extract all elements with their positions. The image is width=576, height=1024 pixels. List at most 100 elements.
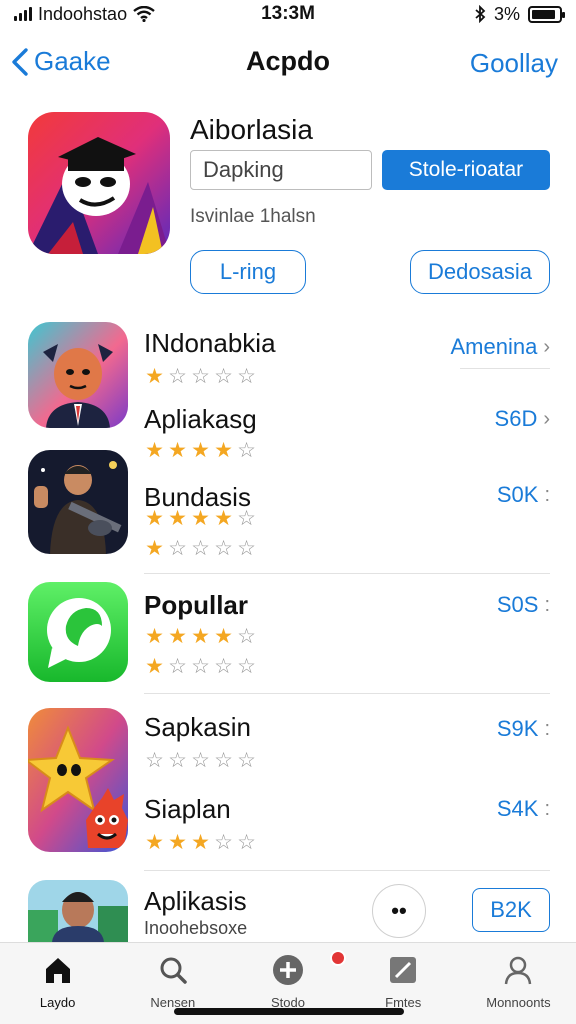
star-filled-icon: ★ xyxy=(191,625,210,648)
app-action-label: S4K xyxy=(496,796,539,821)
featured-text-field[interactable] xyxy=(190,150,372,190)
list-item[interactable]: Popullar ★ ★ ★ ★ ☆ ★ ☆ ☆ ☆ ☆ S0S : xyxy=(0,582,576,692)
app-title: Siaplan xyxy=(144,794,231,824)
featured-right-button[interactable]: Dedosasia xyxy=(410,250,550,294)
chevron-right-icon: › xyxy=(543,407,550,430)
star-empty-icon: ☆ xyxy=(237,625,256,648)
person-icon xyxy=(501,953,535,987)
plus-icon xyxy=(271,953,305,987)
more-dots-icon: : xyxy=(544,483,550,506)
battery-percent: 3% xyxy=(493,3,520,24)
star-empty-icon: ☆ xyxy=(214,655,233,678)
tab-label: Monnoonts xyxy=(486,995,551,1010)
star-empty-icon: ☆ xyxy=(145,749,164,772)
app-icon[interactable] xyxy=(28,880,128,942)
featured-left-button[interactable]: L-ring xyxy=(190,250,306,294)
star-filled-icon: ★ xyxy=(145,507,164,530)
star-rating: ★ ☆ ☆ ☆ ☆ xyxy=(144,656,257,677)
home-icon xyxy=(41,953,75,987)
status-right: 3% xyxy=(474,3,565,25)
star-rating: ★ ☆ ☆ ☆ ☆ xyxy=(144,366,257,387)
star-filled-icon: ★ xyxy=(214,507,233,530)
chevron-right-icon: › xyxy=(543,335,550,358)
star-empty-icon: ☆ xyxy=(191,749,210,772)
star-empty-icon: ☆ xyxy=(214,537,233,560)
star-empty-icon: ☆ xyxy=(191,537,210,560)
star-empty-icon: ☆ xyxy=(237,507,256,530)
app-icon[interactable] xyxy=(28,322,128,428)
wifi-icon xyxy=(133,6,155,22)
battery-icon xyxy=(528,5,565,23)
app-subtitle: Inoohebsoxe xyxy=(144,918,248,938)
list-item[interactable]: Bundasis ★ ★ ★ ★ ☆ ★ ☆ ☆ ☆ ☆ S0K : xyxy=(0,450,576,562)
tab-home[interactable]: Laydo xyxy=(0,943,115,1024)
star-rating: ★ ★ ★ ★ ☆ xyxy=(144,508,257,529)
nav-bar: Gaake Acpdo Goollay xyxy=(0,38,576,90)
signal-icon xyxy=(14,7,32,21)
app-action-button[interactable]: S0S : xyxy=(497,592,550,618)
star-empty-icon: ☆ xyxy=(191,655,210,678)
app-action-label: S6D xyxy=(494,406,538,431)
more-dots-icon: : xyxy=(544,593,550,616)
status-bar: Indoohstao 13:3M 3% xyxy=(0,0,576,28)
nav-right-button[interactable]: Goollay xyxy=(470,48,558,79)
star-empty-icon: ☆ xyxy=(237,537,256,560)
star-filled-icon: ★ xyxy=(145,625,164,648)
more-dots-icon: : xyxy=(544,717,550,740)
star-empty-icon: ☆ xyxy=(168,749,187,772)
star-empty-icon: ☆ xyxy=(214,749,233,772)
star-rating: ★ ★ ★ ☆ ☆ xyxy=(144,832,257,853)
star-filled-icon: ★ xyxy=(191,507,210,530)
app-action-button[interactable]: S4K : xyxy=(497,796,550,822)
star-empty-icon: ☆ xyxy=(191,365,210,388)
list-item[interactable]: INdonabkia ★ ☆ ☆ ☆ ☆ Apliakasg Amenina › S6D… xyxy=(0,322,576,442)
app-action-button[interactable]: S9K : xyxy=(497,716,550,742)
app-action-button[interactable]: S6D › xyxy=(495,406,550,432)
app-title: INdonabkia xyxy=(144,328,276,358)
featured-app: Aiborlasia Stole-rioatar Isvinlae 1halsn… xyxy=(0,110,576,300)
app-action-label: S0K xyxy=(496,482,539,507)
bluetooth-icon xyxy=(475,5,486,23)
app-title: Sapkasin xyxy=(144,712,251,742)
star-empty-icon: ☆ xyxy=(214,831,233,854)
app-action-button[interactable]: Amenina › xyxy=(450,334,550,360)
get-button[interactable]: B2K xyxy=(472,888,550,932)
notification-badge xyxy=(330,950,346,966)
star-empty-icon: ☆ xyxy=(214,365,233,388)
star-filled-icon: ★ xyxy=(214,625,233,648)
more-dots-icon: : xyxy=(544,797,550,820)
status-left: Indoohstao xyxy=(14,4,155,25)
app-action-label: S9K xyxy=(496,716,539,741)
carrier-label: Indoohstao xyxy=(38,3,128,24)
app-title: Apliakasg xyxy=(144,404,257,434)
star-empty-icon: ☆ xyxy=(237,831,256,854)
app-icon[interactable] xyxy=(28,450,128,554)
star-filled-icon: ★ xyxy=(168,625,187,648)
battery-fill xyxy=(532,9,556,19)
star-filled-icon: ★ xyxy=(145,831,164,854)
star-filled-icon: ★ xyxy=(145,537,164,560)
star-empty-icon: ☆ xyxy=(237,365,256,388)
tab-label: Laydo xyxy=(39,995,76,1010)
star-empty-icon: ☆ xyxy=(168,537,187,560)
app-action-button[interactable]: S0K : xyxy=(497,482,550,508)
featured-primary-button[interactable]: Stole-rioatar xyxy=(382,150,550,190)
star-filled-icon: ★ xyxy=(145,365,164,388)
home-indicator[interactable] xyxy=(174,1008,404,1015)
app-action-label: Amenina xyxy=(450,334,538,359)
app-icon[interactable] xyxy=(28,708,128,852)
list-item[interactable]: Sapkasin ☆ ☆ ☆ ☆ ☆ Siaplan ★ ★ ★ ☆ ☆ S9K : S4K : xyxy=(0,708,576,856)
featured-app-icon[interactable] xyxy=(28,112,170,254)
divider xyxy=(144,693,550,694)
star-filled-icon: ★ xyxy=(168,831,187,854)
search-icon xyxy=(156,953,190,987)
edit-icon xyxy=(386,953,420,987)
featured-app-name: Aiborlasia xyxy=(190,114,313,145)
tab-profile[interactable]: Monnoonts xyxy=(461,943,576,1024)
more-button[interactable]: •• xyxy=(372,884,426,938)
app-icon[interactable] xyxy=(28,582,128,682)
app-title: Popullar xyxy=(144,590,249,620)
star-rating: ★ ☆ ☆ ☆ ☆ xyxy=(144,538,257,559)
star-empty-icon: ☆ xyxy=(168,655,187,678)
divider xyxy=(144,870,550,871)
